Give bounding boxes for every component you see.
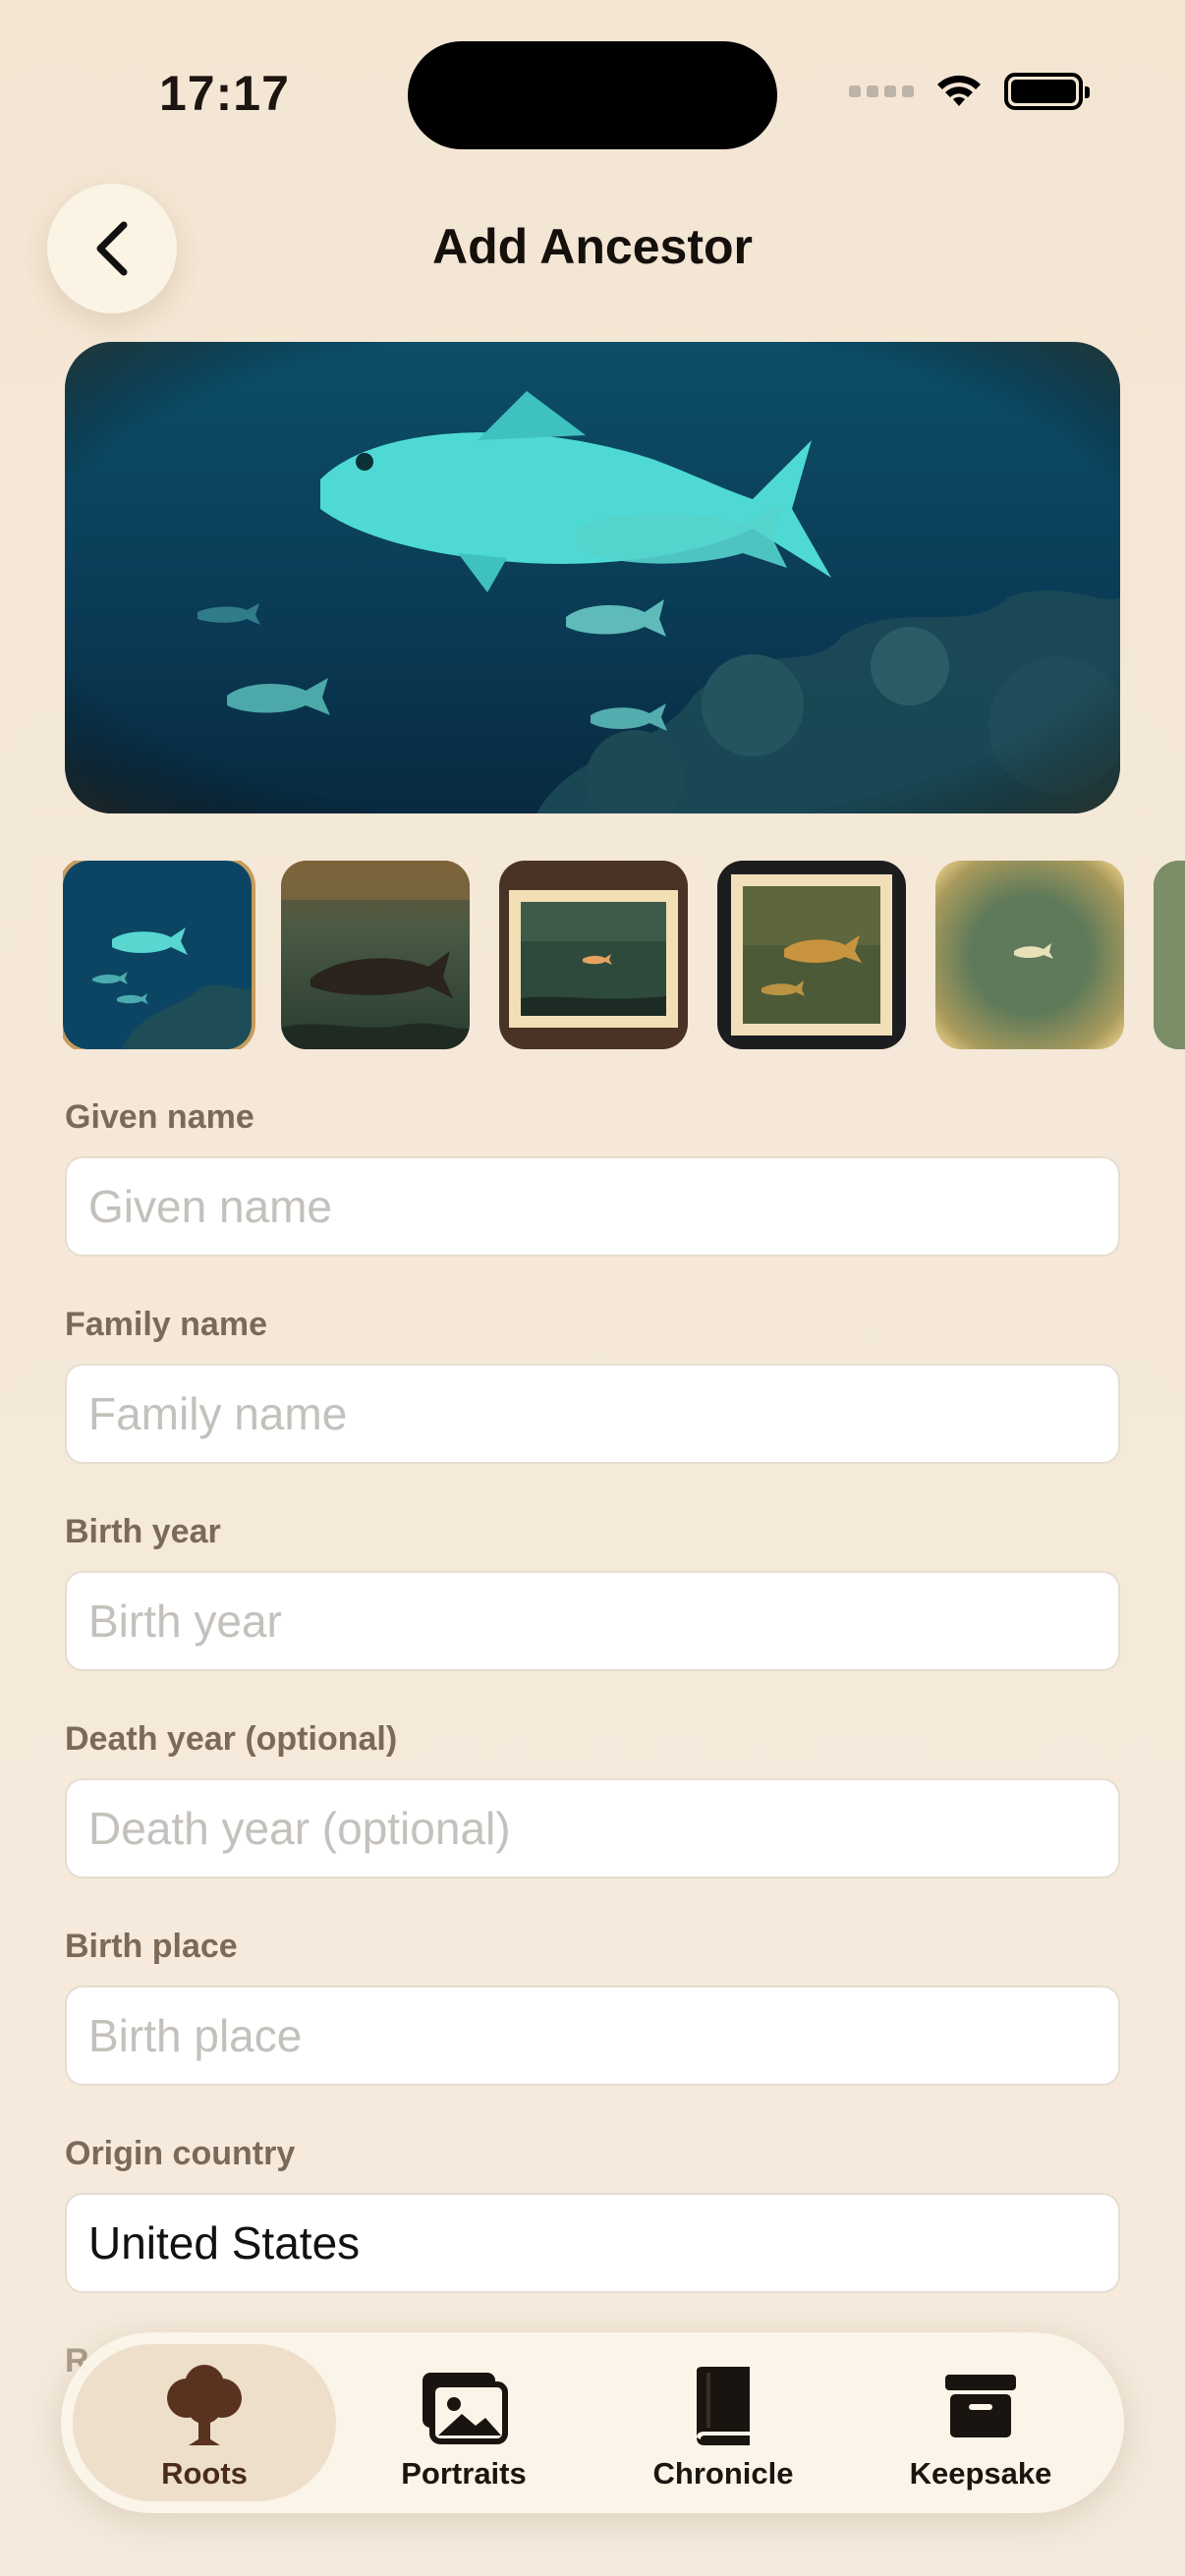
add-ancestor-screen: 17:17 Add Ancestor Given name Given name… [0,0,1185,2576]
thumbnail-faded-vignette[interactable] [935,861,1124,1049]
birth-place-field[interactable] [65,1986,1120,2086]
photos-icon [417,2364,511,2448]
thumbnail-partial[interactable] [1154,861,1185,1049]
dynamic-island [408,41,777,149]
battery-icon [1004,73,1090,110]
birth-year-label: Birth year [65,1513,221,1550]
thumbnail-sepia-shark[interactable] [281,861,470,1049]
given-name-field[interactable] [65,1156,1120,1257]
given-name-label: Given name [65,1098,254,1136]
tree-icon [157,2364,252,2448]
death-year-field[interactable] [65,1778,1120,1878]
thumbnail-aquarium-school[interactable] [63,861,252,1049]
family-name-label: Family name [65,1306,267,1343]
archive-box-icon [933,2364,1028,2448]
death-year-label: Death year (optional) [65,1720,398,1758]
tab-roots[interactable]: Roots [73,2344,336,2501]
tab-portraits[interactable]: Portraits [332,2344,595,2501]
hero-photo [65,342,1120,813]
tab-roots-label: Roots [161,2456,248,2491]
wifi-icon [937,75,981,106]
cellular-signal-icon [849,85,914,97]
birth-year-field[interactable] [65,1571,1120,1671]
page-title: Add Ancestor [432,219,753,274]
tab-chronicle-label: Chronicle [652,2456,794,2491]
thumbnail-vintage-print[interactable] [717,861,906,1049]
origin-country-label: Origin country [65,2135,296,2172]
tab-keepsake-label: Keepsake [909,2456,1052,2491]
origin-country-field[interactable] [65,2193,1120,2293]
tab-bar: Roots Portraits Chronicle Keepsake [61,2332,1124,2513]
tab-portraits-label: Portraits [401,2456,527,2491]
birth-place-label: Birth place [65,1928,238,1965]
tab-keepsake[interactable]: Keepsake [849,2344,1112,2501]
status-icons [849,73,1090,110]
family-name-field[interactable] [65,1364,1120,1464]
thumbnail-framed-tank[interactable] [499,861,688,1049]
photo-filter-strip [63,861,1185,1049]
tab-chronicle[interactable]: Chronicle [592,2344,855,2501]
status-time: 17:17 [159,66,290,121]
book-icon [676,2364,770,2448]
